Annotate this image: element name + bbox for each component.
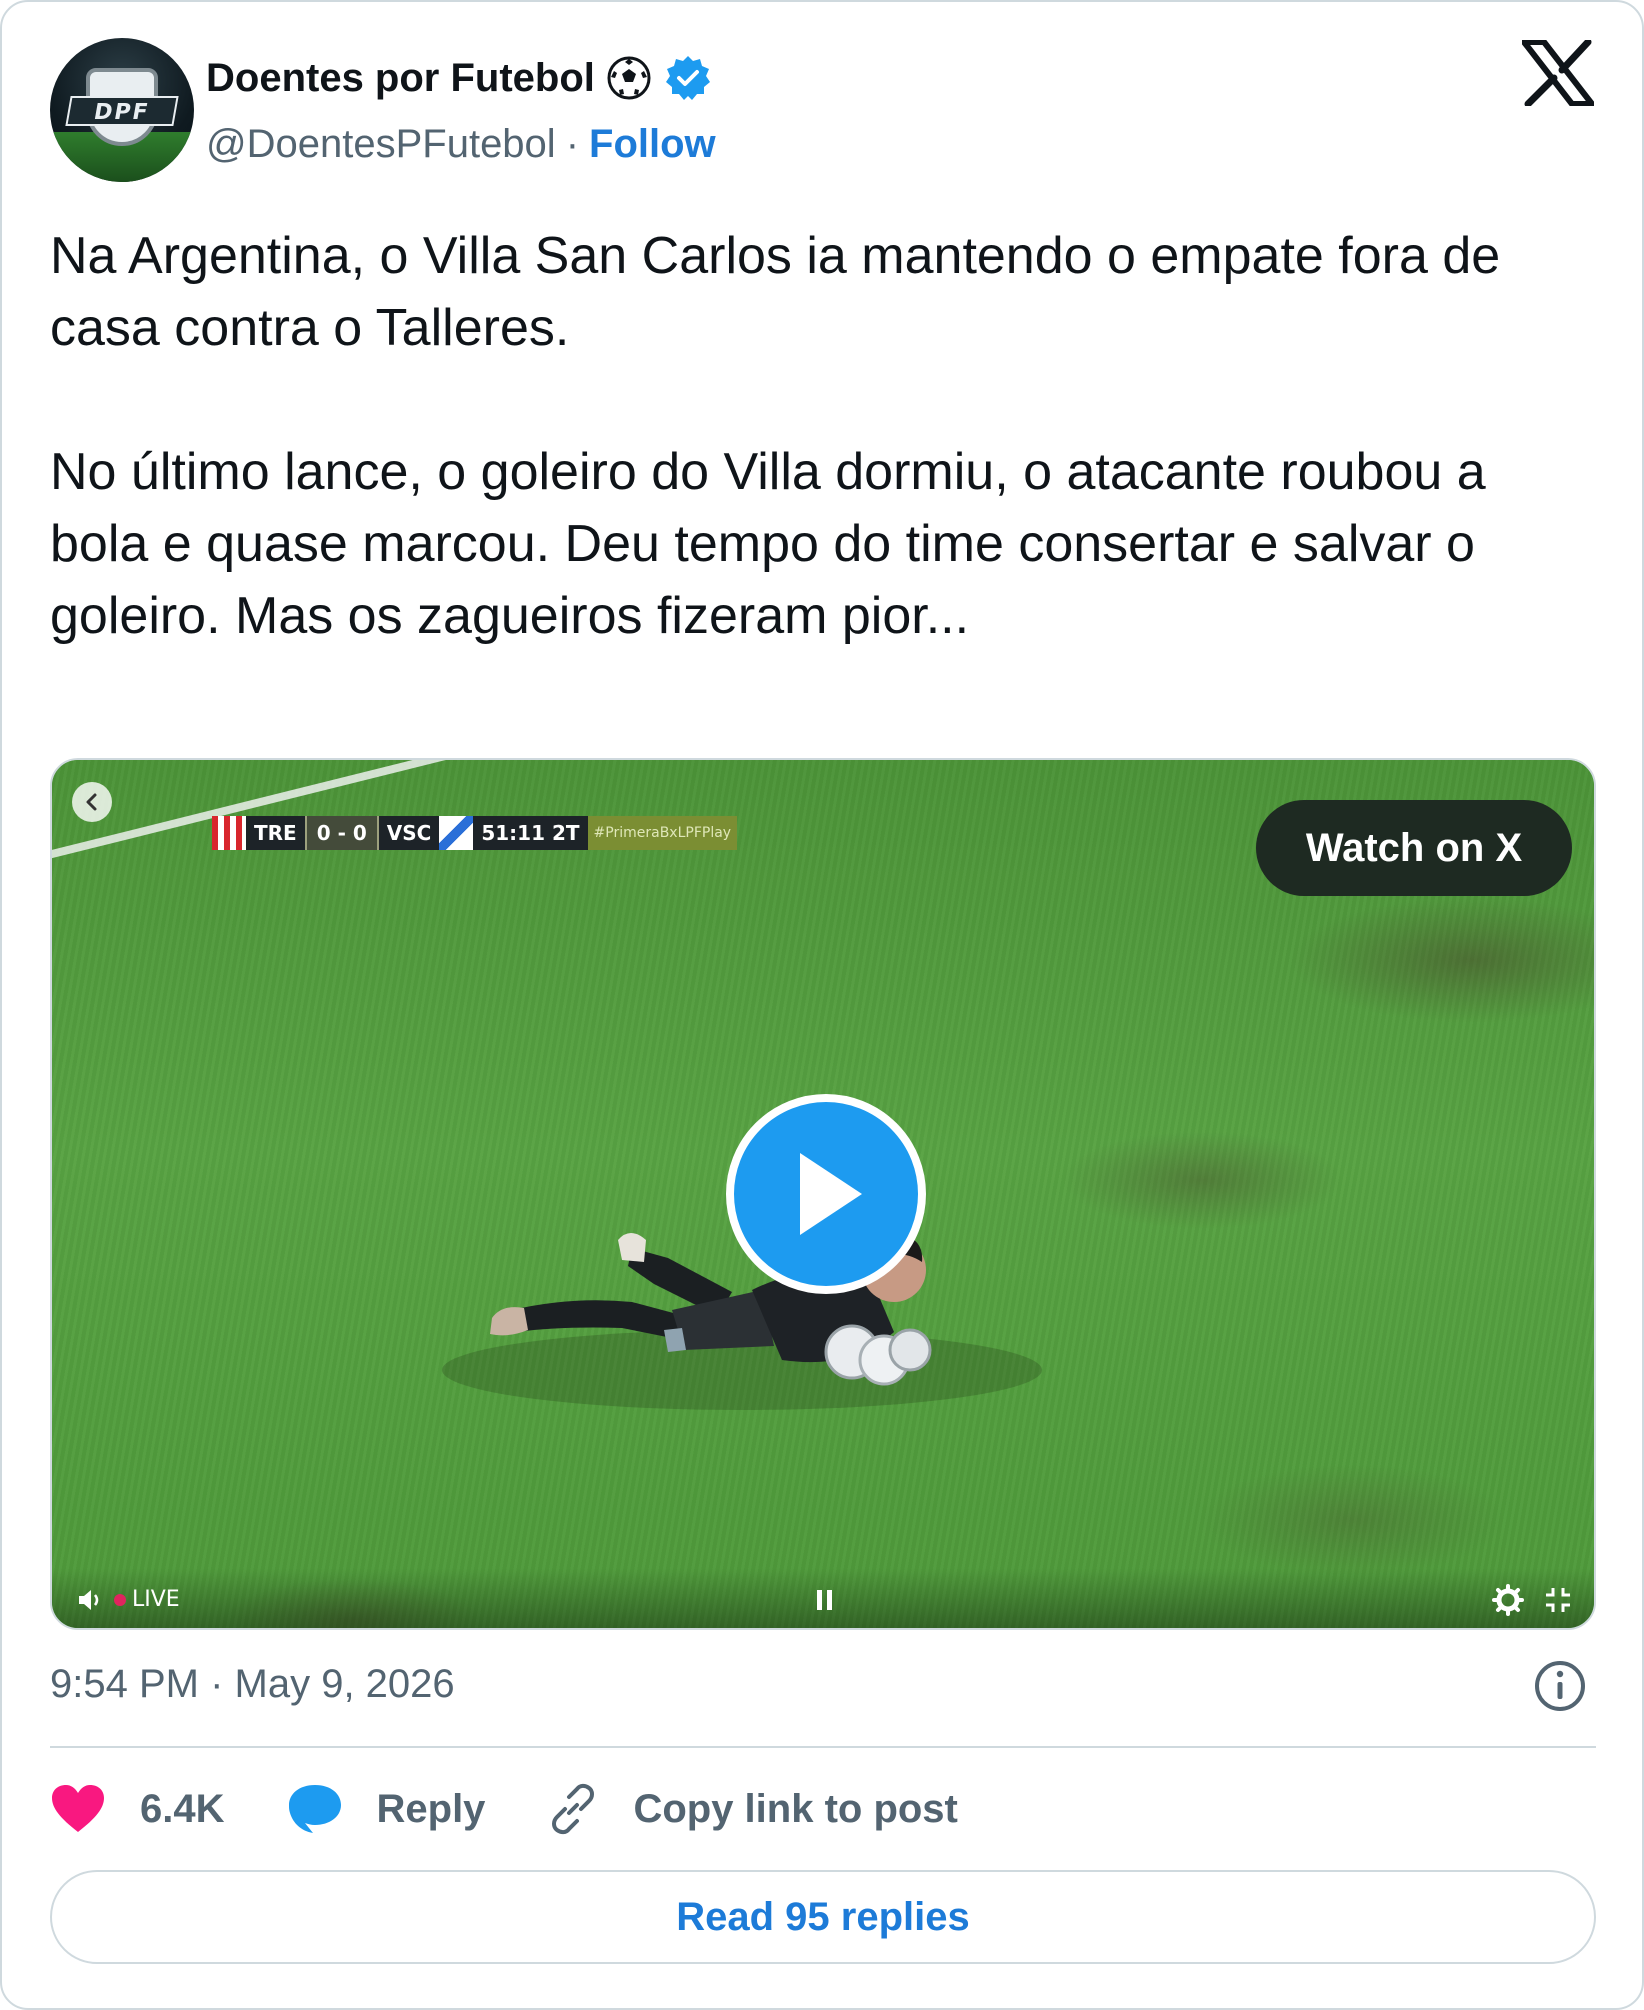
scoreboard: TRE 0 - 0 VSC 51:11 2T #PrimeraBxLPFPlay — [212, 816, 738, 850]
tweet-embed-card: DPF Doentes por Futebol @DoentesPFutebol… — [0, 0, 1644, 2010]
handle-separator: · — [565, 121, 580, 166]
back-icon[interactable] — [72, 782, 112, 822]
soccer-ball-icon — [607, 56, 651, 100]
display-name[interactable]: Doentes por Futebol — [206, 56, 595, 101]
like-button[interactable]: 6.4K — [50, 1784, 225, 1834]
away-crest — [439, 816, 474, 850]
reply-button[interactable]: Reply — [287, 1783, 486, 1835]
scoreboard-home: TRE — [246, 816, 305, 850]
follow-link[interactable]: Follow — [589, 122, 716, 167]
volume-icon[interactable] — [76, 1586, 104, 1614]
read-replies-button[interactable]: Read 95 replies — [50, 1870, 1596, 1964]
heart-icon — [52, 1785, 104, 1832]
verified-badge-icon — [665, 56, 710, 100]
tweet-text: Na Argentina, o Villa San Carlos ia mant… — [50, 227, 1501, 645]
copy-link-label: Copy link to post — [633, 1786, 958, 1831]
author-name-row: Doentes por Futebol — [206, 50, 713, 106]
fullscreen-exit-icon[interactable] — [1542, 1584, 1574, 1616]
avatar-logo-text: DPF — [65, 96, 179, 126]
divider — [50, 1746, 1596, 1748]
scoreboard-hashtag: #PrimeraBxLPFPlay — [587, 816, 738, 850]
home-crest — [212, 816, 246, 850]
live-indicator-dot — [114, 1594, 126, 1606]
gear-icon[interactable] — [1492, 1584, 1524, 1616]
live-label: LIVE — [132, 1587, 180, 1612]
author-handle-row: @DoentesPFutebol · Follow — [206, 116, 716, 172]
copy-link-button[interactable]: Copy link to post — [547, 1783, 958, 1835]
scoreboard-clock: 51:11 2T — [473, 816, 588, 850]
play-icon[interactable] — [726, 1094, 926, 1294]
link-icon — [552, 1783, 595, 1835]
reply-label: Reply — [376, 1786, 486, 1831]
author-handle[interactable]: @DoentesPFutebol — [206, 122, 556, 167]
avatar[interactable]: DPF — [50, 38, 194, 182]
x-logo-icon[interactable] — [1522, 40, 1594, 106]
post-timestamp[interactable]: 9:54 PM · May 9, 2026 — [50, 1654, 455, 1714]
like-count: 6.4K — [140, 1786, 225, 1831]
info-icon[interactable] — [1532, 1658, 1588, 1714]
pause-icon[interactable] — [814, 1588, 836, 1612]
post-actions: 6.4K Reply Copy link to post — [50, 1774, 1020, 1844]
watch-on-x-button[interactable]: Watch on X — [1256, 800, 1572, 896]
scoreboard-away: VSC — [378, 816, 440, 850]
reply-bubble-icon — [288, 1785, 341, 1833]
video-player[interactable]: TRE 0 - 0 VSC 51:11 2T #PrimeraBxLPFPlay… — [50, 758, 1596, 1630]
scoreboard-score: 0 - 0 — [304, 816, 379, 850]
video-controls-bar: LIVE — [52, 1568, 1594, 1628]
